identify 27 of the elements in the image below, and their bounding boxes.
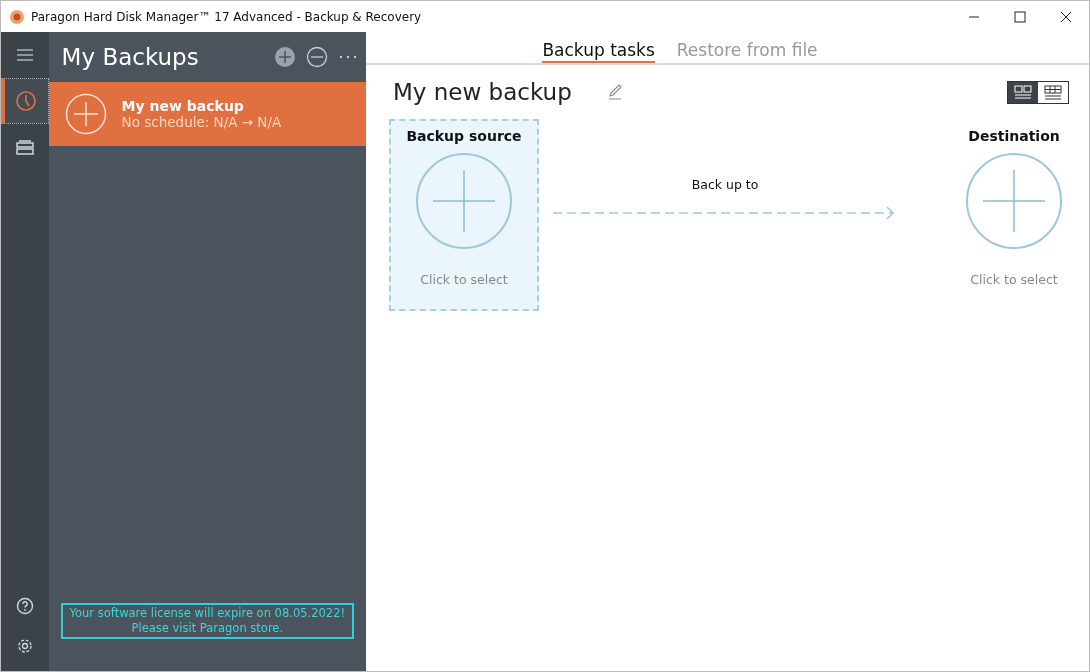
window-title: Paragon Hard Disk Manager™ 17 Advanced - Backup & Recovery [31, 9, 422, 24]
settings-icon[interactable] [15, 637, 34, 655]
arrow-label: Back up to [691, 177, 759, 192]
clock-icon [15, 90, 38, 112]
disk-stack-icon [13, 138, 36, 156]
source-card[interactable]: Backup source Click to select [389, 119, 539, 311]
remove-icon[interactable] [306, 46, 328, 68]
app-logo-icon [9, 8, 25, 25]
plus-circle-icon [965, 152, 1063, 250]
tiles-view-icon[interactable] [1008, 81, 1038, 103]
help-icon[interactable] [15, 597, 34, 615]
plus-circle-icon [415, 152, 513, 250]
backup-schedule: No schedule: N/A → N/A [121, 114, 282, 130]
select-hint: Click to select [970, 272, 1058, 287]
task-name: My new backup [393, 79, 572, 105]
backup-name: My new backup [121, 98, 245, 114]
card-title: Destination [968, 128, 1060, 144]
tab[interactable]: Backup tasks [542, 40, 655, 63]
target-card[interactable]: Destination Click to select [939, 119, 1089, 311]
menu-icon [14, 46, 35, 64]
panel-title: My Backups [61, 44, 199, 70]
select-hint: Click to select [420, 272, 508, 287]
plus-circle-icon [64, 93, 107, 135]
card-title: Backup source [406, 128, 522, 144]
add-icon[interactable] [274, 46, 296, 68]
license-notice[interactable]: Your software license will expire on 08.05.2022! Please visit Paragon store. [60, 603, 354, 639]
rail-button[interactable] [1, 78, 49, 124]
